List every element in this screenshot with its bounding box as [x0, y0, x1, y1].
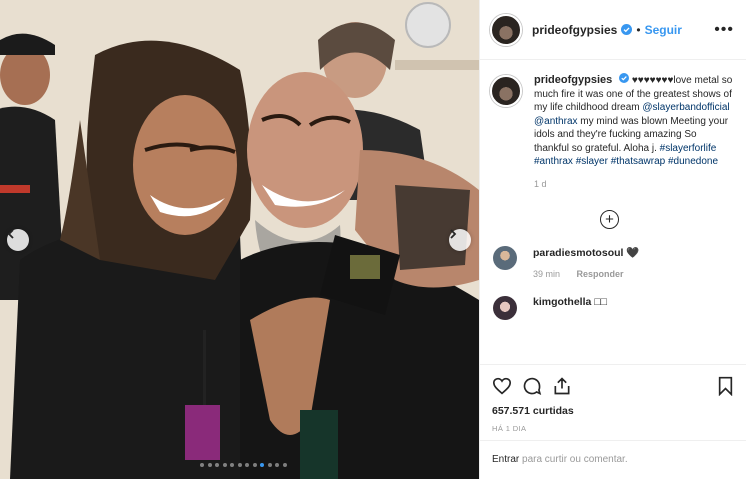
post-date: HÁ 1 DIA [492, 424, 527, 433]
comment-avatar[interactable] [493, 296, 517, 320]
comment-item: paradiesmotosoul 🖤 39 min Responder [480, 246, 746, 279]
like-button[interactable] [492, 377, 512, 395]
login-prompt-text: para curtir ou comentar. [519, 454, 628, 465]
comment-username[interactable]: paradiesmotosoul [533, 247, 623, 259]
comment-avatar[interactable] [493, 246, 517, 270]
carousel-dot [260, 463, 264, 467]
comment-username[interactable]: kimgothella [533, 296, 591, 308]
chevron-left-icon [7, 229, 14, 239]
caption-timestamp: 1 d [534, 178, 547, 189]
follow-button[interactable]: Seguir [645, 23, 682, 37]
verified-icon [621, 24, 633, 35]
verified-icon [619, 73, 630, 83]
comment-icon [523, 377, 542, 395]
save-button[interactable] [717, 376, 734, 396]
carousel-dot [222, 463, 227, 467]
reply-button[interactable]: Responder [577, 269, 624, 279]
login-prompt: Entrar para curtir ou comentar. [480, 440, 746, 479]
carousel-dot [207, 463, 212, 467]
post-header: prideofgypsies • Seguir ••• [480, 0, 746, 60]
comments-scroll-area[interactable]: prideofgypsies ♥♥♥♥♥♥♥love metal so much… [480, 61, 746, 364]
hashtag-link[interactable]: #thatsawrap [611, 156, 665, 167]
comment-text: □□ [594, 296, 607, 308]
carousel-dot [252, 463, 257, 467]
comment-text: 🖤 [626, 247, 640, 259]
chevron-right-icon [450, 229, 457, 239]
load-more-comments-button[interactable]: + [600, 210, 619, 229]
caption-username[interactable]: prideofgypsies [534, 74, 612, 86]
likes-count[interactable]: 657.571 curtidas [492, 405, 734, 417]
comment-time: 39 min [533, 269, 561, 279]
login-link[interactable]: Entrar [492, 454, 519, 465]
previous-slide-button[interactable] [7, 229, 29, 251]
share-icon [554, 377, 570, 395]
share-button[interactable] [552, 376, 572, 396]
more-options-button[interactable]: ••• [714, 21, 734, 39]
mention-slayerbandofficial[interactable]: @slayerbandofficial [642, 102, 729, 113]
caption: prideofgypsies ♥♥♥♥♥♥♥love metal so much… [480, 61, 746, 191]
carousel-dot [230, 463, 234, 467]
next-slide-button[interactable] [449, 229, 471, 251]
bookmark-icon [718, 376, 733, 396]
avatar[interactable] [490, 13, 522, 46]
carousel-dot [245, 463, 249, 467]
photo-illustration [0, 0, 479, 479]
post-actions: 657.571 curtidas HÁ 1 DIA [480, 364, 746, 433]
carousel-dot [200, 463, 204, 467]
hashtag-link[interactable]: #slayerforlife [660, 143, 717, 154]
post-sidebar: prideofgypsies • Seguir ••• prideofgypsi… [479, 0, 746, 479]
caption-avatar[interactable] [490, 75, 522, 107]
carousel-dot [275, 463, 279, 467]
separator-dot: • [636, 22, 641, 37]
carousel-dot [282, 463, 287, 467]
hashtag-link[interactable]: #slayer [576, 156, 608, 167]
comment-button[interactable] [522, 376, 542, 396]
heart-icon [492, 377, 512, 395]
carousel-dot [237, 463, 242, 467]
carousel-indicators [200, 463, 287, 467]
hashtag-link[interactable]: #dunedone [668, 156, 718, 167]
header-username[interactable]: prideofgypsies [532, 23, 617, 37]
mention-anthrax[interactable]: @anthrax [534, 116, 578, 127]
post-photo[interactable] [0, 0, 479, 479]
carousel-dot [215, 463, 219, 467]
hashtag-link[interactable]: #anthrax [534, 156, 573, 167]
caption-hearts: ♥♥♥♥♥♥♥ [631, 75, 674, 86]
comment-item: kimgothella □□ [480, 296, 746, 320]
carousel-dot [267, 463, 272, 467]
